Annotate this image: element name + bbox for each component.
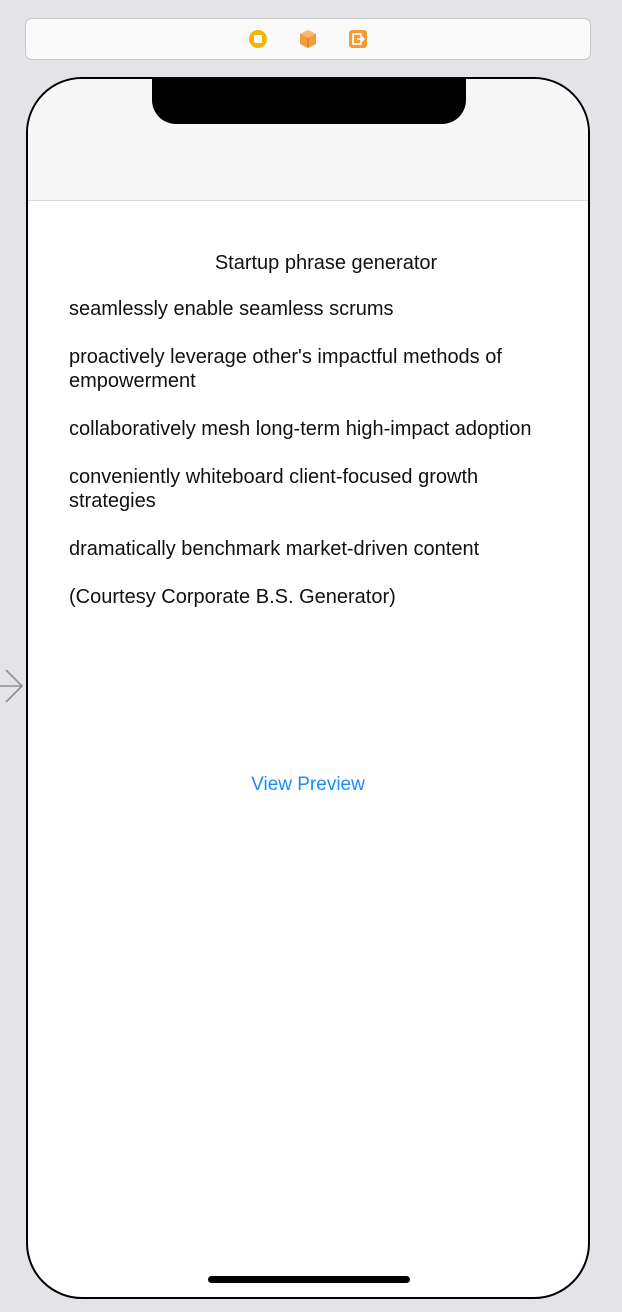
phrase-label: proactively leverage other's impactful m… xyxy=(69,346,502,392)
home-indicator xyxy=(208,1276,410,1283)
phrase-label: seamlessly enable seamless scrums xyxy=(69,298,394,320)
phrase-content: Startup phrase generator seamlessly enab… xyxy=(69,252,539,609)
phrase-label: dramatically benchmark market-driven con… xyxy=(69,538,480,560)
device-notch xyxy=(152,79,466,124)
courtesy-label: (Courtesy Corporate B.S. Generator) xyxy=(69,586,396,608)
phrase-label: collaboratively mesh long-term high-impa… xyxy=(69,418,532,440)
exit-icon[interactable] xyxy=(348,29,368,49)
iphone-device-frame: Startup phrase generator seamlessly enab… xyxy=(26,77,590,1299)
first-responder-icon[interactable] xyxy=(298,29,318,49)
screen-title: Startup phrase generator xyxy=(214,252,438,274)
phrase-label: conveniently whiteboard client-focused g… xyxy=(69,466,479,512)
scene-dock xyxy=(25,18,591,60)
entry-point-arrow-icon xyxy=(0,669,24,703)
view-preview-button[interactable]: View Preview xyxy=(28,774,588,796)
view-controller-icon[interactable] xyxy=(248,29,268,49)
